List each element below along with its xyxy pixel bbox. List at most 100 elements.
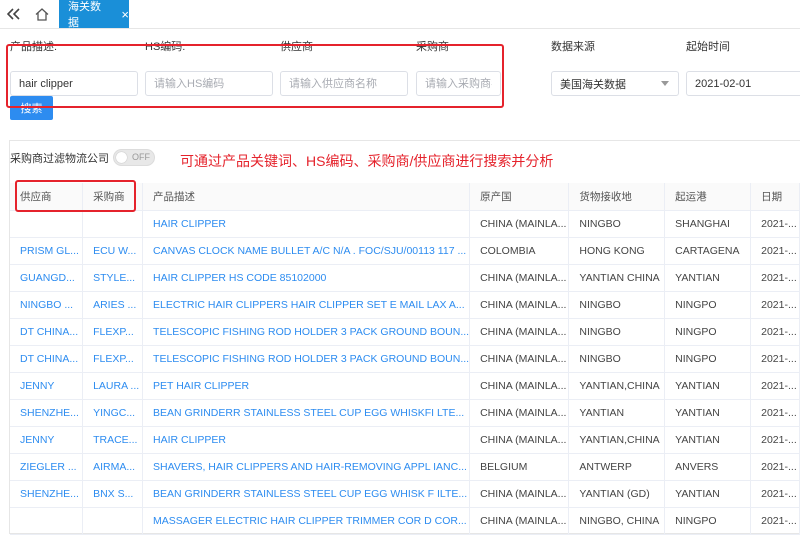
start-time-label: 起始时间	[686, 41, 730, 53]
cell-port: YANTIAN	[664, 480, 752, 508]
cell-buyer[interactable]	[82, 210, 144, 238]
cell-receiving: YANTIAN,CHINA	[568, 372, 666, 400]
cell-product[interactable]: BEAN GRINDERR STAINLESS STEEL CUP EGG WH…	[142, 399, 471, 427]
cell-supplier[interactable]: SHENZHE...	[10, 480, 84, 508]
cell-buyer[interactable]: BNX S...	[82, 480, 144, 508]
cell-date: 2021-...	[750, 345, 800, 373]
cell-supplier[interactable]: NINGBO ...	[10, 291, 84, 319]
cell-buyer[interactable]: FLEXP...	[82, 345, 144, 373]
toggle-text: OFF	[132, 152, 150, 162]
cell-buyer[interactable]: TRACE...	[82, 426, 144, 454]
table-row[interactable]: JENNY LAURA ... PET HAIR CLIPPER CHINA (MAI…	[10, 372, 800, 400]
cell-origin: CHINA (MAINLA...	[469, 480, 570, 508]
cell-origin: CHINA (MAINLA...	[469, 507, 570, 535]
cell-receiving: NINGBO	[568, 318, 666, 346]
cell-receiving: YANTIAN (GD)	[568, 480, 666, 508]
cell-buyer[interactable]	[82, 507, 144, 535]
table-row[interactable]: JENNY TRACE... HAIR CLIPPER CHINA (MAINLA..…	[10, 426, 800, 454]
cell-receiving: HONG KONG	[568, 237, 666, 265]
cell-supplier[interactable]: SHENZHE...	[10, 399, 84, 427]
cell-buyer[interactable]: STYLE...	[82, 264, 144, 292]
start-date-input[interactable]	[686, 71, 800, 96]
cell-buyer[interactable]: ARIES ...	[82, 291, 144, 319]
cell-port: YANTIAN	[664, 372, 752, 400]
results-table: 供应商 采购商 产品描述 原产国 货物接收地 起运港 日期 HAIR CLIPP…	[10, 183, 800, 535]
cell-date: 2021-...	[750, 318, 800, 346]
cell-date: 2021-...	[750, 264, 800, 292]
cell-supplier[interactable]: DT CHINA...	[10, 345, 84, 373]
cell-origin: CHINA (MAINLA...	[469, 291, 570, 319]
cell-product[interactable]: TELESCOPIC FISHING ROD HOLDER 3 PACK GRO…	[142, 318, 471, 346]
cell-buyer[interactable]: ECU W...	[82, 237, 144, 265]
table-row[interactable]: MASSAGER ELECTRIC HAIR CLIPPER TRIMMER C…	[10, 507, 800, 535]
cell-supplier[interactable]: PRISM GL...	[10, 237, 84, 265]
cell-receiving: YANTIAN CHINA	[568, 264, 666, 292]
cell-port: NINGPO	[664, 507, 752, 535]
table-row[interactable]: SHENZHE... BNX S... BEAN GRINDERR STAINLES…	[10, 480, 800, 508]
tab-customs-data[interactable]: 海关数据 ×	[59, 0, 129, 29]
cell-receiving: NINGBO	[568, 345, 666, 373]
cell-product[interactable]: CANVAS CLOCK NAME BULLET A/C N/A . FOC/S…	[142, 237, 471, 265]
cell-receiving: YANTIAN	[568, 399, 666, 427]
cell-origin: CHINA (MAINLA...	[469, 210, 570, 238]
cell-port: ANVERS	[664, 453, 752, 481]
cell-origin: CHINA (MAINLA...	[469, 345, 570, 373]
cell-product[interactable]: BEAN GRINDERR STAINLESS STEEL CUP EGG WH…	[142, 480, 471, 508]
close-icon[interactable]: ×	[121, 7, 129, 22]
cell-port: NINGPO	[664, 345, 752, 373]
cell-product[interactable]: ELECTRIC HAIR CLIPPERS HAIR CLIPPER SET …	[142, 291, 471, 319]
chevron-down-icon	[661, 81, 669, 86]
col-header-product[interactable]: 产品描述	[142, 183, 471, 211]
logistics-filter-toggle[interactable]: OFF	[113, 149, 155, 166]
data-source-label: 数据来源	[551, 41, 595, 53]
cell-port: NINGPO	[664, 318, 752, 346]
cell-supplier[interactable]: JENNY	[10, 372, 84, 400]
cell-origin: BELGIUM	[469, 453, 570, 481]
logistics-filter-label: 采购商过滤物流公司	[10, 153, 109, 165]
tab-label: 海关数据	[68, 1, 101, 29]
table-row[interactable]: HAIR CLIPPER CHINA (MAINLA... NINGBO SHANGH…	[10, 210, 800, 238]
cell-buyer[interactable]: FLEXP...	[82, 318, 144, 346]
cell-buyer[interactable]: AIRMA...	[82, 453, 144, 481]
cell-port: NINGPO	[664, 291, 752, 319]
cell-origin: CHINA (MAINLA...	[469, 264, 570, 292]
cell-product[interactable]: TELESCOPIC FISHING ROD HOLDER 3 PACK GRO…	[142, 345, 471, 373]
cell-supplier[interactable]: ZIEGLER ...	[10, 453, 84, 481]
col-header-date[interactable]: 日期	[750, 183, 800, 211]
cell-product[interactable]: HAIR CLIPPER	[142, 426, 471, 454]
cell-supplier[interactable]	[10, 507, 84, 535]
table-row[interactable]: GUANGD... STYLE... HAIR CLIPPER HS CODE 85…	[10, 264, 800, 292]
col-header-receiving[interactable]: 货物接收地	[568, 183, 666, 211]
table-row[interactable]: ZIEGLER ... AIRMA... SHAVERS, HAIR CLIPPER…	[10, 453, 800, 481]
cell-product[interactable]: MASSAGER ELECTRIC HAIR CLIPPER TRIMMER C…	[142, 507, 471, 535]
cell-product[interactable]: SHAVERS, HAIR CLIPPERS AND HAIR-REMOVING…	[142, 453, 471, 481]
cell-product[interactable]: HAIR CLIPPER HS CODE 85102000	[142, 264, 471, 292]
table-row[interactable]: DT CHINA... FLEXP... TELESCOPIC FISHING RO…	[10, 345, 800, 373]
cell-receiving: NINGBO	[568, 210, 666, 238]
col-header-port[interactable]: 起运港	[664, 183, 752, 211]
cell-supplier[interactable]	[10, 210, 84, 238]
col-header-origin[interactable]: 原产国	[469, 183, 570, 211]
cell-product[interactable]: HAIR CLIPPER	[142, 210, 471, 238]
cell-date: 2021-...	[750, 399, 800, 427]
table-row[interactable]: DT CHINA... FLEXP... TELESCOPIC FISHING RO…	[10, 318, 800, 346]
cell-port: SHANGHAI	[664, 210, 752, 238]
cell-date: 2021-...	[750, 210, 800, 238]
home-icon[interactable]	[28, 0, 56, 28]
cell-supplier[interactable]: GUANGD...	[10, 264, 84, 292]
cell-buyer[interactable]: LAURA ...	[82, 372, 144, 400]
table-row[interactable]: NINGBO ... ARIES ... ELECTRIC HAIR CLIPPER…	[10, 291, 800, 319]
collapse-icon[interactable]	[0, 0, 28, 28]
table-row[interactable]: PRISM GL... ECU W... CANVAS CLOCK NAME BUL…	[10, 237, 800, 265]
tab-bar: 海关数据 ×	[0, 0, 800, 29]
cell-buyer[interactable]: YINGC...	[82, 399, 144, 427]
cell-port: YANTIAN	[664, 264, 752, 292]
data-source-select[interactable]: 美国海关数据	[551, 71, 679, 96]
cell-origin: CHINA (MAINLA...	[469, 372, 570, 400]
cell-receiving: NINGBO, CHINA	[568, 507, 666, 535]
cell-supplier[interactable]: JENNY	[10, 426, 84, 454]
annotation-text: 可通过产品关键词、HS编码、采购商/供应商进行搜索并分析	[180, 153, 554, 169]
table-row[interactable]: SHENZHE... YINGC... BEAN GRINDERR STAINLES…	[10, 399, 800, 427]
cell-supplier[interactable]: DT CHINA...	[10, 318, 84, 346]
cell-product[interactable]: PET HAIR CLIPPER	[142, 372, 471, 400]
